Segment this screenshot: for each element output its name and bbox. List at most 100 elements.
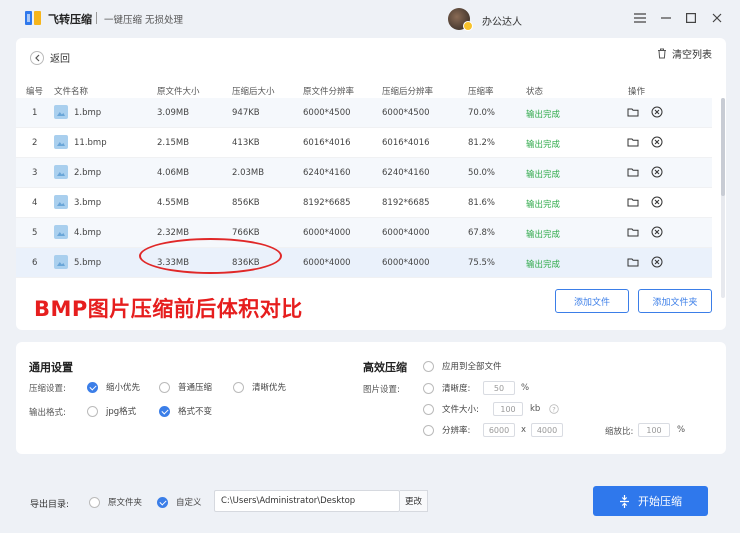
cell-new-size: 947KB [232,108,260,118]
remove-icon[interactable] [651,136,663,148]
close-icon[interactable] [709,10,725,26]
app-title: 飞转压缩 [48,13,92,26]
cell-status: 输出完成 [526,140,561,150]
radio-checked-icon [159,405,170,417]
folder-icon[interactable] [627,226,639,238]
remove-icon[interactable] [651,226,663,238]
change-path-button[interactable]: 更改 [400,490,428,512]
option-label: 分辨率: [442,426,471,436]
folder-icon[interactable] [627,166,639,178]
table-row[interactable]: 3 2.bmp 4.06MB 2.03MB 6240*4160 6240*416… [16,158,712,188]
remove-icon[interactable] [651,196,663,208]
radio-normal-compress[interactable]: 普通压缩 [159,381,212,393]
cell-name: 3.bmp [74,198,102,208]
clear-list-button[interactable]: 清空列表 [657,46,712,61]
image-file-icon [54,165,68,179]
image-file-icon [54,195,68,209]
username[interactable]: 办公达人 [482,13,522,28]
scale-label: 缩放比: [605,427,634,437]
cell-orig-res: 8192*6685 [303,198,351,208]
cell-rate: 50.0% [468,168,496,178]
scale-input[interactable]: 100 [638,423,670,437]
image-file-icon [54,255,68,269]
advanced-title: 高效压缩 [363,361,407,374]
remove-icon[interactable] [651,166,663,178]
settings-panel: 通用设置 压缩设置: 缩小优先 普通压缩 清晰优先 输出格式: jpg格式 格式… [16,342,726,454]
remove-icon[interactable] [651,106,663,118]
folder-icon[interactable] [627,106,639,118]
radio-jpg-format[interactable]: jpg格式 [87,405,136,417]
cell-name: 11.bmp [74,138,107,148]
list-scrollbar[interactable] [721,98,725,298]
cell-new-res: 6000*4500 [382,108,430,118]
menu-icon[interactable] [632,10,648,26]
add-file-button[interactable]: 添加文件 [555,289,629,313]
cell-name: 5.bmp [74,258,102,268]
radio-custom-folder[interactable]: 自定义 [157,496,202,508]
remove-icon[interactable] [651,256,663,268]
option-label: 应用到全部文件 [442,362,502,372]
table-row[interactable]: 1 1.bmp 3.09MB 947KB 6000*4500 6000*4500… [16,98,712,128]
radio-clarity[interactable]: 清晰度: [423,382,470,394]
cell-rate: 81.6% [468,198,496,208]
help-icon[interactable]: ? [549,404,559,414]
cell-index: 4 [32,198,38,208]
file-size-input[interactable]: 100 [493,402,523,416]
folder-icon[interactable] [627,256,639,268]
folder-icon[interactable] [627,136,639,148]
title-separator [96,12,97,24]
cell-rate: 70.0% [468,108,496,118]
radio-unchecked-icon [159,381,170,393]
radio-source-folder[interactable]: 原文件夹 [89,496,142,508]
table-row[interactable]: 5 4.bmp 2.32MB 766KB 6000*4000 6000*4000… [16,218,712,248]
col-status: 状态 [526,87,544,97]
cell-orig-res: 6000*4000 [303,228,351,238]
option-label: 缩小优先 [106,383,141,393]
radio-unchecked-icon [423,403,434,415]
image-file-icon [54,105,68,119]
file-list-panel: 返回 清空列表 编号 文件名称 原文件大小 压缩后大小 原文件分辨率 压缩后分辨… [16,38,726,330]
cell-new-size: 856KB [232,198,260,208]
col-new-res: 压缩后分辨率 [382,87,434,97]
radio-clarity-first[interactable]: 清晰优先 [233,381,286,393]
cell-rate: 81.2% [468,138,496,148]
radio-checked-icon [157,496,168,508]
back-button[interactable]: 返回 [30,50,70,65]
table-row[interactable]: 2 11.bmp 2.15MB 413KB 6016*4016 6016*401… [16,128,712,158]
output-format-label: 输出格式: [29,408,66,418]
table-row[interactable]: 6 5.bmp 3.33MB 836KB 6000*4000 6000*4000… [16,248,712,278]
cell-new-size: 766KB [232,228,260,238]
table-row[interactable]: 4 3.bmp 4.55MB 856KB 8192*6685 8192*6685… [16,188,712,218]
cell-orig-res: 6016*4016 [303,138,351,148]
scroll-thumb[interactable] [721,98,725,196]
cell-index: 6 [32,258,38,268]
radio-resolution[interactable]: 分辨率: [423,424,470,436]
cell-new-size: 413KB [232,138,260,148]
add-folder-button[interactable]: 添加文件夹 [638,289,712,313]
cell-index: 2 [32,138,38,148]
radio-file-size[interactable]: 文件大小: [423,403,479,415]
radio-keep-format[interactable]: 格式不变 [159,405,212,417]
resolution-width-input[interactable]: 6000 [483,423,515,437]
cell-name: 4.bmp [74,228,102,238]
output-path-input[interactable]: C:\Users\Administrator\Desktop [214,490,400,512]
back-label: 返回 [50,54,70,65]
resolution-height-input[interactable]: 4000 [531,423,563,437]
radio-unchecked-icon [423,424,434,436]
option-label: jpg格式 [106,407,137,417]
image-file-icon [54,135,68,149]
maximize-icon[interactable] [683,10,699,26]
col-rate: 压缩率 [468,87,494,97]
folder-icon[interactable] [627,196,639,208]
clarity-input[interactable]: 50 [483,381,515,395]
start-compress-button[interactable]: 开始压缩 [593,486,708,516]
cell-name: 1.bmp [74,108,102,118]
minimize-icon[interactable] [658,10,674,26]
compress-setting-label: 压缩设置: [29,384,66,394]
start-compress-label: 开始压缩 [638,495,682,508]
radio-apply-all[interactable]: 应用到全部文件 [423,360,502,372]
option-label: 普通压缩 [178,383,213,393]
option-label: 格式不变 [178,407,213,417]
cell-rate: 75.5% [468,258,496,268]
radio-smaller-first[interactable]: 缩小优先 [87,381,140,393]
